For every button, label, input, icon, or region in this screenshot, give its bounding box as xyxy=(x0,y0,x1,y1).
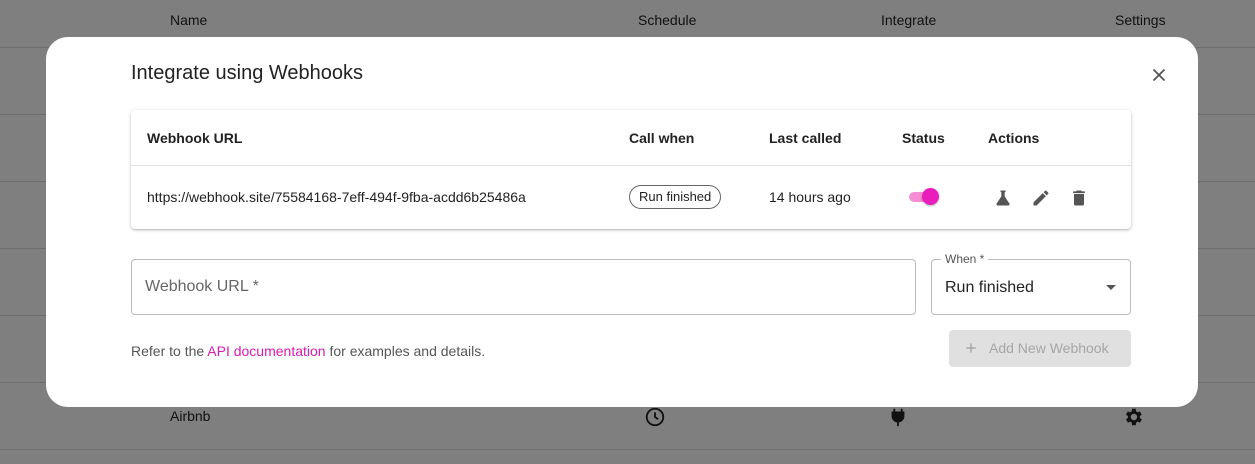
column-header-status: Status xyxy=(902,130,945,146)
column-header-last-called: Last called xyxy=(769,130,842,146)
flask-icon[interactable] xyxy=(993,188,1013,208)
when-select[interactable]: When * Run finished xyxy=(931,252,1131,315)
webhook-url-field[interactable] xyxy=(131,259,916,315)
refer-suffix: for examples and details. xyxy=(325,343,486,359)
call-when-chip: Run finished xyxy=(629,185,722,209)
when-label: When * xyxy=(941,252,989,266)
toggle-thumb xyxy=(922,188,939,205)
webhooks-table: Webhook URL Call when Last called Status… xyxy=(131,110,1131,229)
column-header-actions: Actions xyxy=(988,130,1040,146)
column-header-url: Webhook URL xyxy=(147,130,243,146)
api-documentation-link[interactable]: API documentation xyxy=(207,343,325,359)
webhooks-dialog: Integrate using Webhooks Webhook URL Cal… xyxy=(46,37,1198,407)
plus-icon xyxy=(966,343,976,353)
last-called-cell: 14 hours ago xyxy=(769,189,851,205)
when-selected-value: Run finished xyxy=(945,279,1034,296)
api-doc-hint: Refer to the API documentation for examp… xyxy=(131,343,485,359)
webhook-url-input[interactable] xyxy=(145,260,905,314)
webhook-url-cell: https://webhook.site/75584168-7eff-494f-… xyxy=(147,189,526,205)
pencil-icon[interactable] xyxy=(1031,188,1051,208)
dialog-title: Integrate using Webhooks xyxy=(131,62,364,84)
chevron-down-icon xyxy=(1106,285,1116,290)
status-toggle[interactable] xyxy=(907,188,939,205)
close-icon[interactable] xyxy=(1148,64,1170,86)
table-divider xyxy=(131,165,1131,166)
add-webhook-label: Add New Webhook xyxy=(989,340,1109,356)
refer-prefix: Refer to the xyxy=(131,343,208,359)
trash-icon[interactable] xyxy=(1069,188,1089,208)
add-webhook-button[interactable]: Add New Webhook xyxy=(949,330,1131,367)
column-header-call-when: Call when xyxy=(629,130,695,146)
